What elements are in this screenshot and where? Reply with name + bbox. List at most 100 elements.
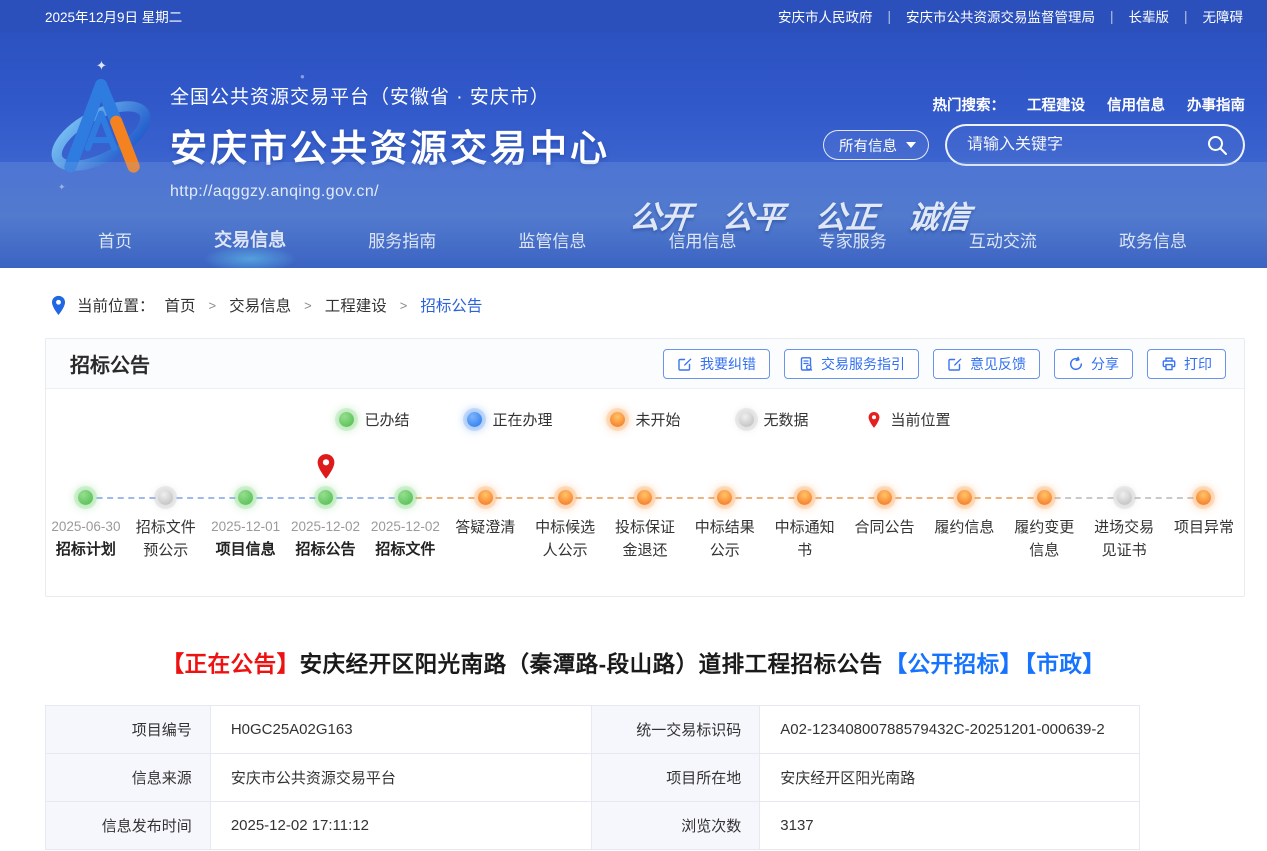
legend-no-data-label: 无数据 xyxy=(763,412,809,429)
print-button[interactable]: 打印 xyxy=(1147,348,1226,379)
breadcrumb-label: 当前位置： xyxy=(77,298,155,315)
breadcrumb-trade-info[interactable]: 交易信息 xyxy=(229,294,291,316)
table-row: 项目编号 H0GC25A02G163 统一交易标识码 A02-123408007… xyxy=(45,705,1140,754)
current-date: 2025年12月9日 星期二 xyxy=(45,10,183,25)
report-error-button[interactable]: 我要纠错 xyxy=(663,348,770,379)
step-dot-icon xyxy=(1116,490,1132,505)
hot-search-label: 热门搜索： xyxy=(932,98,1006,114)
breadcrumb-engineering[interactable]: 工程建设 xyxy=(325,294,387,316)
table-row: 信息发布时间 2025-12-02 17:11:12 浏览次数 3137 xyxy=(45,801,1140,850)
nav-item-gov-info[interactable]: 政务信息 xyxy=(1119,227,1187,252)
step-dot-icon xyxy=(477,490,493,505)
step-label: 投标保证金退还 xyxy=(614,519,675,559)
trade-service-guide-button[interactable]: 交易服务指引 xyxy=(784,348,919,379)
label-publish-time: 信息发布时间 xyxy=(45,801,211,850)
hot-search-link-guide[interactable]: 办事指南 xyxy=(1187,94,1245,115)
label-unified-trade-id: 统一交易标识码 xyxy=(591,705,761,754)
step-label: 中标通知书 xyxy=(774,519,835,559)
feedback-button[interactable]: 意见反馈 xyxy=(933,348,1040,379)
label-info-source: 信息来源 xyxy=(45,753,211,802)
process-timeline: 2025-06-30 招标计划 招标文件预公示 2025-12-01 项目信息 xyxy=(46,446,1244,574)
timeline-step-bid-plan[interactable]: 2025-06-30 招标计划 xyxy=(46,446,126,574)
value-project-location: 安庆经开区阳光南路 xyxy=(759,753,1140,802)
bid-notice-panel: 招标公告 我要纠错 交易服务指引 意见反馈 分享 打印 已办结 正在办理 未开始… xyxy=(45,338,1245,597)
label-project-location: 项目所在地 xyxy=(591,753,761,802)
platform-subtitle: 全国公共资源交易平台（安徽省 · 安庆市） xyxy=(170,87,550,108)
search-category-select[interactable]: 所有信息 xyxy=(823,130,929,160)
timeline-step-deposit-refund[interactable]: 投标保证金退还 xyxy=(605,446,685,574)
search-icon[interactable] xyxy=(1205,133,1229,157)
article-title: 【正在公告】安庆经开区阳光南路（秦潭路-段山路）道排工程招标公告【公开招标】【市… xyxy=(0,647,1267,679)
link-elder-version[interactable]: 长辈版 xyxy=(1128,6,1169,26)
timeline-step-entry-certificate[interactable]: 进场交易见证书 xyxy=(1084,446,1164,574)
topbar-separator: | xyxy=(887,8,891,24)
timeline-nodes: 2025-06-30 招标计划 招标文件预公示 2025-12-01 项目信息 xyxy=(46,446,1244,574)
link-city-government[interactable]: 安庆市人民政府 xyxy=(778,6,873,26)
breadcrumb-separator: > xyxy=(208,297,217,313)
nav-item-interaction[interactable]: 互动交流 xyxy=(969,227,1037,252)
timeline-step-performance-info[interactable]: 履约信息 xyxy=(924,446,1004,574)
legend-no-data-dot-icon xyxy=(738,412,754,427)
share-label: 分享 xyxy=(1091,355,1119,372)
nav-item-expert-service[interactable]: 专家服务 xyxy=(819,227,887,252)
timeline-step-bid-notice[interactable]: 2025-12-02 招标公告 xyxy=(286,446,366,574)
breadcrumb-home[interactable]: 首页 xyxy=(165,294,196,316)
timeline-step-bid-documents[interactable]: 2025-12-02 招标文件 xyxy=(365,446,445,574)
nav-item-supervision[interactable]: 监管信息 xyxy=(518,227,586,252)
legend-not-started-label: 未开始 xyxy=(635,412,681,429)
timeline-step-performance-change[interactable]: 履约变更信息 xyxy=(1004,446,1084,574)
table-row: 信息来源 安庆市公共资源交易平台 项目所在地 安庆经开区阳光南路 xyxy=(45,753,1140,802)
legend-in-progress-label: 正在办理 xyxy=(492,412,553,429)
timeline-step-contract-notice[interactable]: 合同公告 xyxy=(845,446,925,574)
timeline-step-project-abnormal[interactable]: 项目异常 xyxy=(1164,446,1244,574)
step-date: 2025-12-02 xyxy=(370,519,440,534)
hot-search-bar: 热门搜索： 工程建设 信用信息 办事指南 xyxy=(933,94,1246,115)
label-project-number: 项目编号 xyxy=(45,705,211,754)
legend-in-progress-dot-icon xyxy=(467,412,483,427)
step-label: 答疑澄清 xyxy=(455,519,516,536)
search-area: 所有信息 xyxy=(823,124,1245,166)
article-tag-open-bidding: 【公开招标】 xyxy=(884,652,1023,677)
site-banner: ✦ ✦ ● 全国公共资源交易平台（安徽省 · 安庆市） 安庆市公共资源交易中心 … xyxy=(0,32,1267,268)
step-label: 合同公告 xyxy=(854,519,915,536)
step-label: 履约变更信息 xyxy=(1014,519,1075,559)
breadcrumb-bid-notice[interactable]: 招标公告 xyxy=(420,294,482,316)
timeline-step-doc-prepublicity[interactable]: 招标文件预公示 xyxy=(126,446,206,574)
nav-item-credit-info[interactable]: 信用信息 xyxy=(669,227,737,252)
step-label: 招标公告 xyxy=(295,541,356,559)
hot-search-link-credit[interactable]: 信用信息 xyxy=(1107,94,1165,115)
value-info-source: 安庆市公共资源交易平台 xyxy=(209,753,593,802)
trade-service-guide-label: 交易服务指引 xyxy=(821,355,905,372)
link-supervision-bureau[interactable]: 安庆市公共资源交易监督管理局 xyxy=(906,6,1095,26)
link-accessibility[interactable]: 无障碍 xyxy=(1203,6,1244,26)
breadcrumb-separator: > xyxy=(399,297,408,313)
legend-done-label: 已办结 xyxy=(364,412,410,429)
timeline-step-award-notice[interactable]: 中标通知书 xyxy=(765,446,845,574)
report-error-label: 我要纠错 xyxy=(700,355,756,372)
step-label: 履约信息 xyxy=(934,519,995,536)
search-box xyxy=(945,124,1245,166)
step-dot-icon xyxy=(1036,490,1052,505)
step-dot-icon xyxy=(238,490,254,505)
panel-actions: 我要纠错 交易服务指引 意见反馈 分享 打印 xyxy=(663,348,1226,379)
timeline-step-result-publicity[interactable]: 中标结果公示 xyxy=(685,446,765,574)
nav-item-trade-info[interactable]: 交易信息 xyxy=(214,226,286,252)
nav-item-service-guide[interactable]: 服务指南 xyxy=(368,227,436,252)
feedback-label: 意见反馈 xyxy=(970,355,1026,372)
legend-current-location-label: 当前位置 xyxy=(890,412,951,429)
value-view-count: 3137 xyxy=(759,801,1140,850)
nav-item-home[interactable]: 首页 xyxy=(98,227,132,252)
timeline-step-qa-clarification[interactable]: 答疑澄清 xyxy=(445,446,525,574)
article-tag-municipal: 【市政】 xyxy=(1024,652,1106,677)
document-guide-icon xyxy=(800,356,813,371)
timeline-step-project-info[interactable]: 2025-12-01 项目信息 xyxy=(206,446,286,574)
step-date: 2025-12-01 xyxy=(211,519,281,534)
timeline-step-candidate-publicity[interactable]: 中标候选人公示 xyxy=(525,446,605,574)
location-pin-icon xyxy=(51,295,66,315)
step-dot-icon xyxy=(158,490,174,505)
share-button[interactable]: 分享 xyxy=(1054,348,1133,379)
hot-search-link-engineering[interactable]: 工程建设 xyxy=(1027,94,1085,115)
search-input[interactable] xyxy=(967,136,1205,154)
site-url: http://aqggzy.anqing.gov.cn/ xyxy=(170,183,379,200)
step-dot-icon xyxy=(318,490,333,505)
